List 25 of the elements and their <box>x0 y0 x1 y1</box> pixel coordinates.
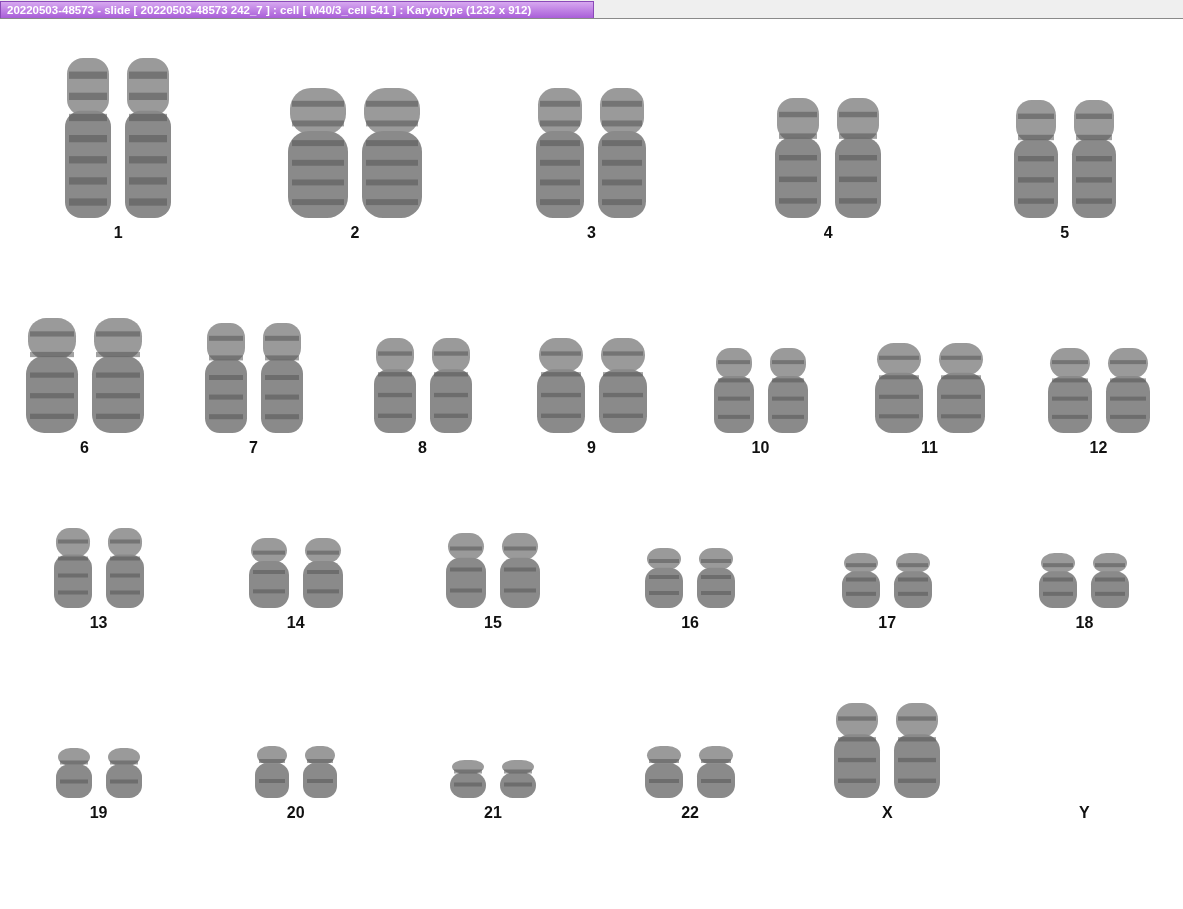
chromosome-label: 8 <box>418 439 427 457</box>
chromosome-label: 16 <box>681 614 699 632</box>
chromosome-label: 10 <box>751 439 770 457</box>
chromosome-label: 22 <box>681 804 699 822</box>
chromosome-label: 5 <box>1060 224 1070 242</box>
chromosome-label: 9 <box>587 439 596 457</box>
chromosome-label: 14 <box>286 614 305 632</box>
chromosome-label: Y <box>1079 804 1090 822</box>
chromosome-label: 11 <box>921 439 938 457</box>
chromosome-label: 2 <box>350 224 360 242</box>
chromosome-label: 21 <box>484 804 502 822</box>
chromosome-label: 15 <box>484 614 502 632</box>
chromosome-label: 13 <box>89 614 108 632</box>
chromosome-label: 7 <box>249 439 258 457</box>
chromosome-label: 4 <box>823 224 833 242</box>
window-title: 20220503-48573 - slide [ 20220503-48573 242_7 ] : cell [ M40/3_cell 541 ] : Karyotype (1232 x 912) <box>0 1 594 18</box>
chromosome-label: 3 <box>587 224 596 242</box>
chromosome-label: 18 <box>1075 614 1094 632</box>
chromosome-label: 12 <box>1089 439 1108 457</box>
chromosome-label: 20 <box>286 804 305 822</box>
chromosome-label: 1 <box>113 224 123 242</box>
chromosome-label: 17 <box>878 614 897 632</box>
chromosome-label: 6 <box>80 439 89 457</box>
chromosome-label: 19 <box>89 804 108 822</box>
chromosome-label: X <box>881 804 893 822</box>
